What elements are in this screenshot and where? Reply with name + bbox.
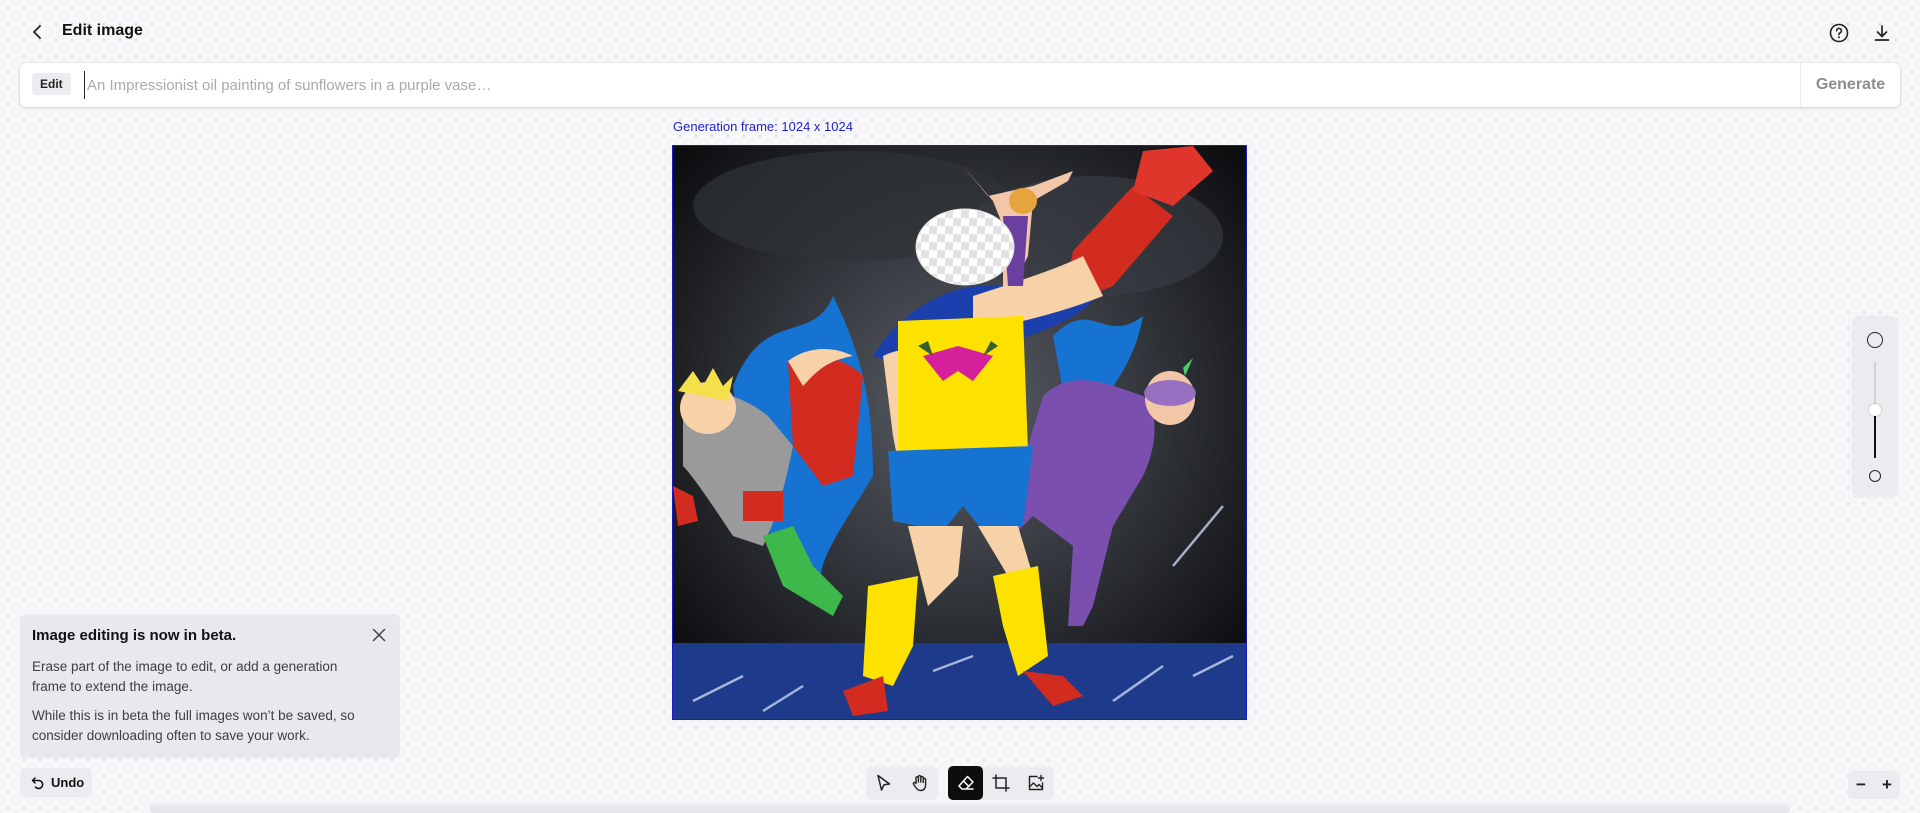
generation-frame-label: Generation frame: 1024 x 1024 [673, 119, 853, 134]
generation-frame[interactable] [672, 145, 1247, 720]
chevron-left-icon [33, 25, 41, 39]
small-brush-icon[interactable] [1869, 470, 1881, 482]
undo-label: Undo [51, 775, 85, 790]
brush-size-fill [1874, 410, 1876, 458]
upload-image-icon [1029, 774, 1045, 791]
zoom-in-icon: + [1882, 775, 1892, 794]
zoom-out-button[interactable]: − [1848, 771, 1874, 799]
generate-button[interactable]: Generate [1800, 63, 1900, 107]
upload-image-tool-button[interactable] [1019, 766, 1054, 800]
download-icon [1874, 25, 1890, 41]
beta-notice-text-2: While this is in beta the full images wo… [32, 708, 355, 743]
beta-notice-close-button[interactable] [370, 626, 388, 644]
help-circle-icon [1829, 23, 1849, 43]
eraser-tool-button[interactable] [948, 766, 984, 800]
navigation-tools [866, 766, 938, 800]
edit-mode-chip[interactable]: Edit [32, 73, 71, 95]
bottom-edge [150, 803, 1790, 813]
eraser-icon [957, 775, 974, 790]
undo-button[interactable]: Undo [20, 768, 92, 797]
beta-notice-text-1: Erase part of the image to edit, or add … [32, 659, 338, 694]
help-button[interactable] [1828, 22, 1850, 44]
undo-icon [31, 776, 44, 789]
select-pointer-icon [877, 774, 891, 791]
pan-hand-icon [912, 774, 927, 792]
pan-tool-button[interactable] [902, 766, 938, 800]
download-button[interactable] [1871, 22, 1893, 44]
close-icon [372, 628, 386, 642]
zoom-controls: − + [1848, 771, 1900, 799]
add-frame-icon [992, 774, 1010, 792]
prompt-input[interactable] [84, 71, 1784, 99]
brush-size-panel [1852, 316, 1898, 498]
large-brush-icon[interactable] [1867, 332, 1883, 348]
brush-size-slider-handle[interactable] [1869, 404, 1881, 416]
zoom-in-button[interactable]: + [1874, 771, 1900, 799]
editing-tools [948, 766, 1054, 800]
back-button[interactable] [28, 22, 48, 42]
top-bar: Edit image [0, 0, 1920, 64]
select-tool-button[interactable] [866, 766, 902, 800]
zoom-out-icon: − [1856, 775, 1866, 794]
add-frame-tool-button[interactable] [983, 766, 1018, 800]
beta-notice-title: Image editing is now in beta. [32, 627, 237, 644]
beta-notice: Image editing is now in beta. Erase part… [20, 614, 400, 758]
edited-image [673, 146, 1246, 719]
prompt-bar: Edit Generate [20, 63, 1900, 107]
page-title: Edit image [62, 22, 143, 39]
